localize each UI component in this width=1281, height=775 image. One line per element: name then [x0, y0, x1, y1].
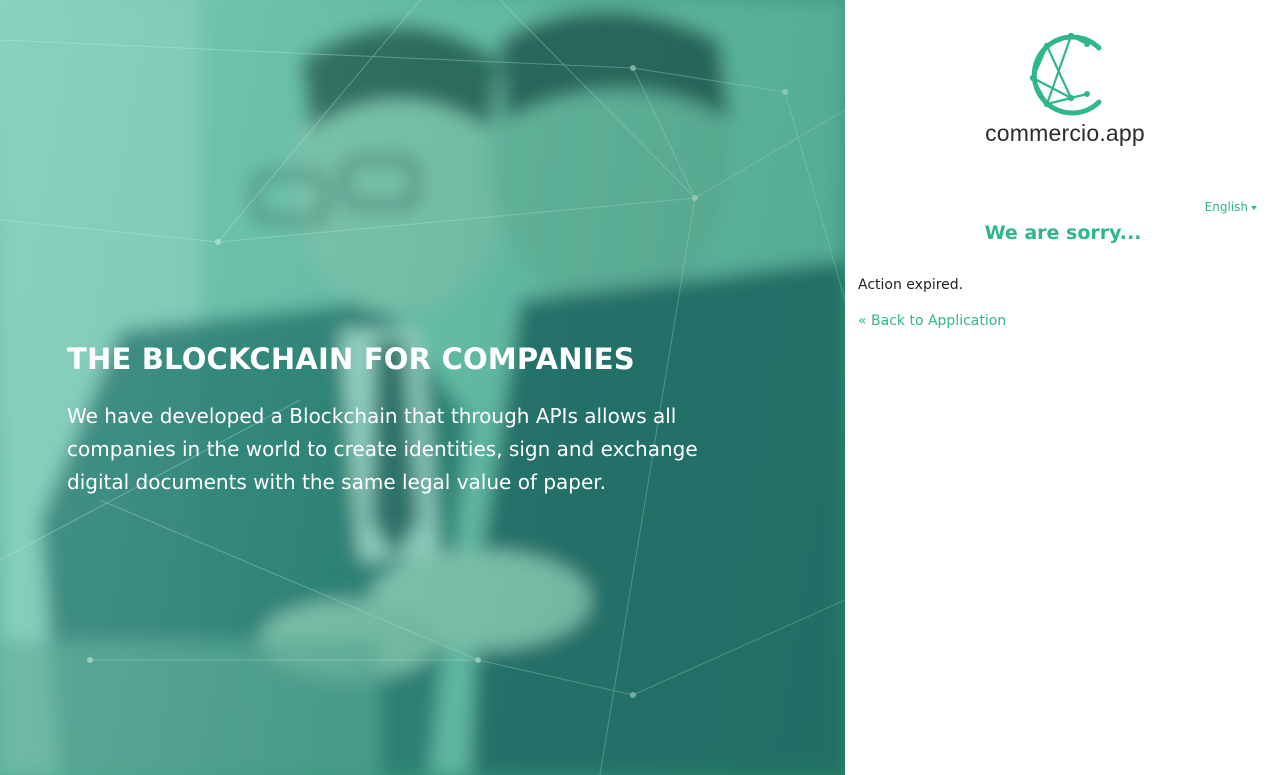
hero-title: THE BLOCKCHAIN FOR COMPANIES: [67, 342, 635, 376]
error-heading: We are sorry...: [984, 222, 1142, 244]
language-selector[interactable]: English: [1205, 200, 1257, 214]
hero-text-block: THE BLOCKCHAIN FOR COMPANIES We have dev…: [67, 340, 717, 499]
caret-down-icon: [1251, 205, 1257, 210]
language-selected-label: English: [1204, 200, 1248, 214]
hero-description: We have developed a Blockchain that thro…: [67, 404, 698, 494]
hero-panel: THE BLOCKCHAIN FOR COMPANIES We have dev…: [0, 0, 845, 775]
brand-name: commercio.app: [985, 120, 1145, 146]
commercio-c-network-icon: [1029, 32, 1102, 116]
back-to-application-link[interactable]: « Back to Application: [858, 313, 1006, 329]
login-panel: commercio.app English We are sorry... Ac…: [845, 0, 1281, 775]
brand-logo: commercio.app: [965, 32, 1165, 152]
error-message: Action expired.: [858, 277, 964, 293]
